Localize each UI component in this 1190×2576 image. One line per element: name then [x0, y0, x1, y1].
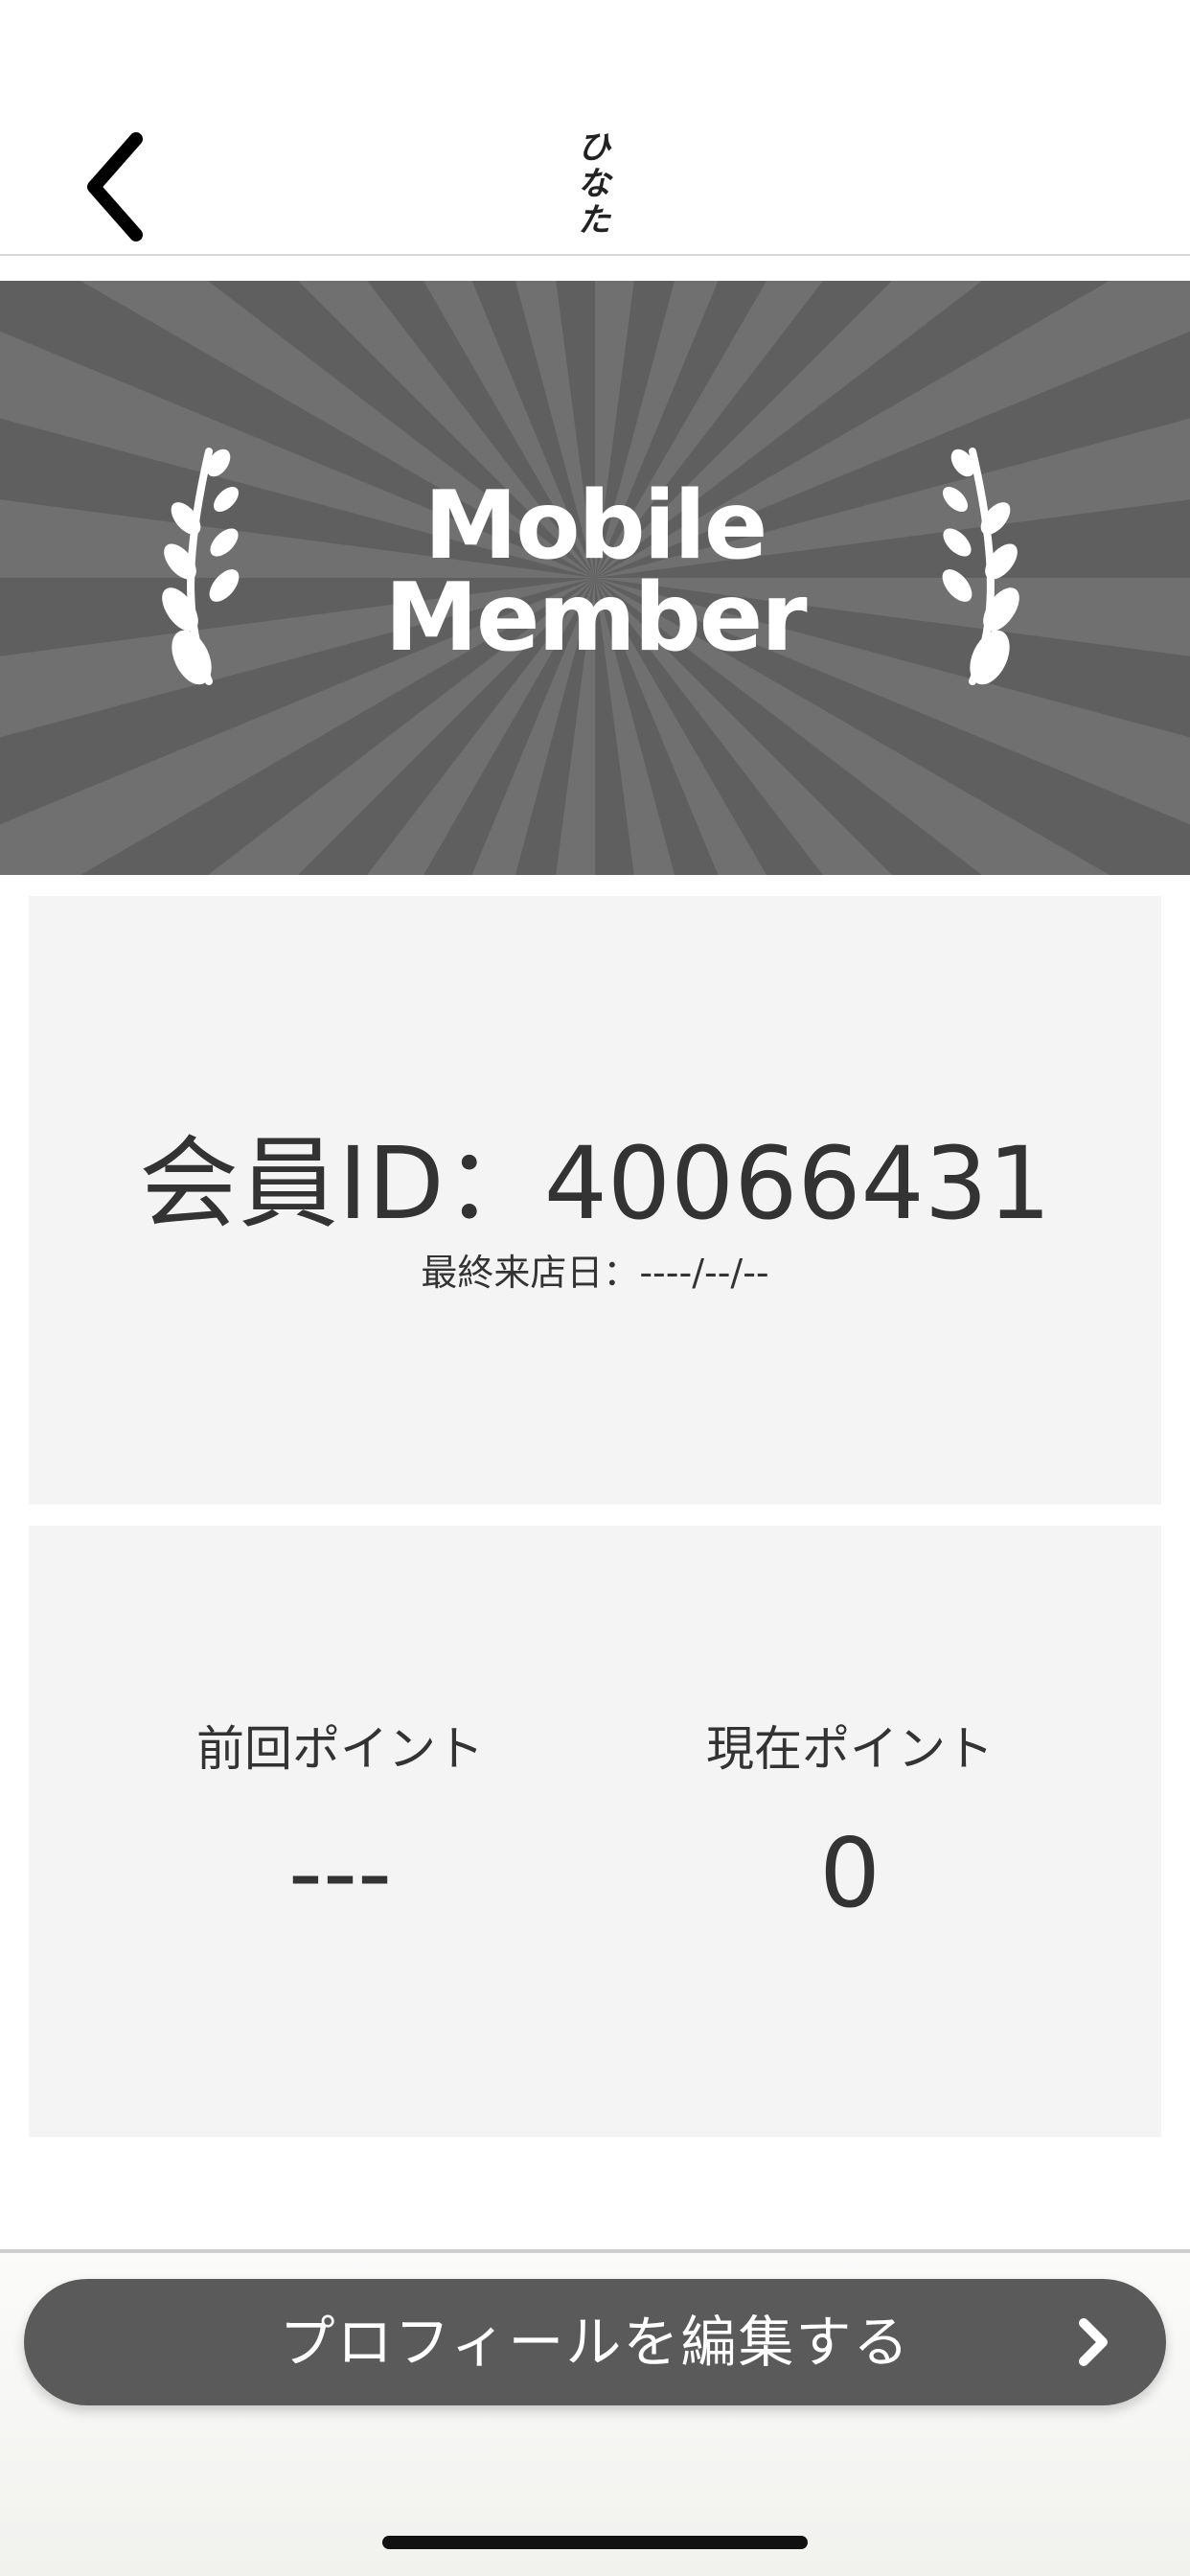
edit-profile-label: プロフィールを編集する [279, 2310, 911, 2375]
current-points-value: 0 [819, 1817, 881, 1929]
current-points-label: 現在ポイント [706, 1721, 994, 1777]
edit-profile-button[interactable]: プロフィールを編集する [24, 2279, 1166, 2405]
current-points: 現在ポイント 0 [591, 1711, 1109, 1931]
last-visit-date: 最終来店日：----/--/-- [421, 1252, 769, 1294]
previous-points: 前回ポイント --- [81, 1711, 599, 1931]
chevron-left-icon [87, 132, 143, 242]
logo-char: た [578, 201, 610, 240]
previous-points-label: 前回ポイント [196, 1721, 484, 1777]
logo-char: な [578, 165, 610, 203]
logo-char: ひ [578, 128, 610, 167]
member-id: 会員ID：40066431 [138, 1125, 1052, 1242]
home-indicator [382, 2536, 808, 2549]
banner-title-line1: Mobile [423, 472, 768, 581]
member-banner: Mobile Member [0, 281, 1190, 875]
store-logo: ひ な た [561, 129, 628, 249]
chevron-right-icon [1079, 2318, 1108, 2366]
previous-points-value: --- [287, 1817, 393, 1929]
banner-title-line2: Member [384, 564, 807, 673]
banner-title: Mobile Member [0, 472, 1190, 673]
header: ひ な た [0, 0, 1190, 256]
back-button[interactable] [77, 129, 163, 244]
